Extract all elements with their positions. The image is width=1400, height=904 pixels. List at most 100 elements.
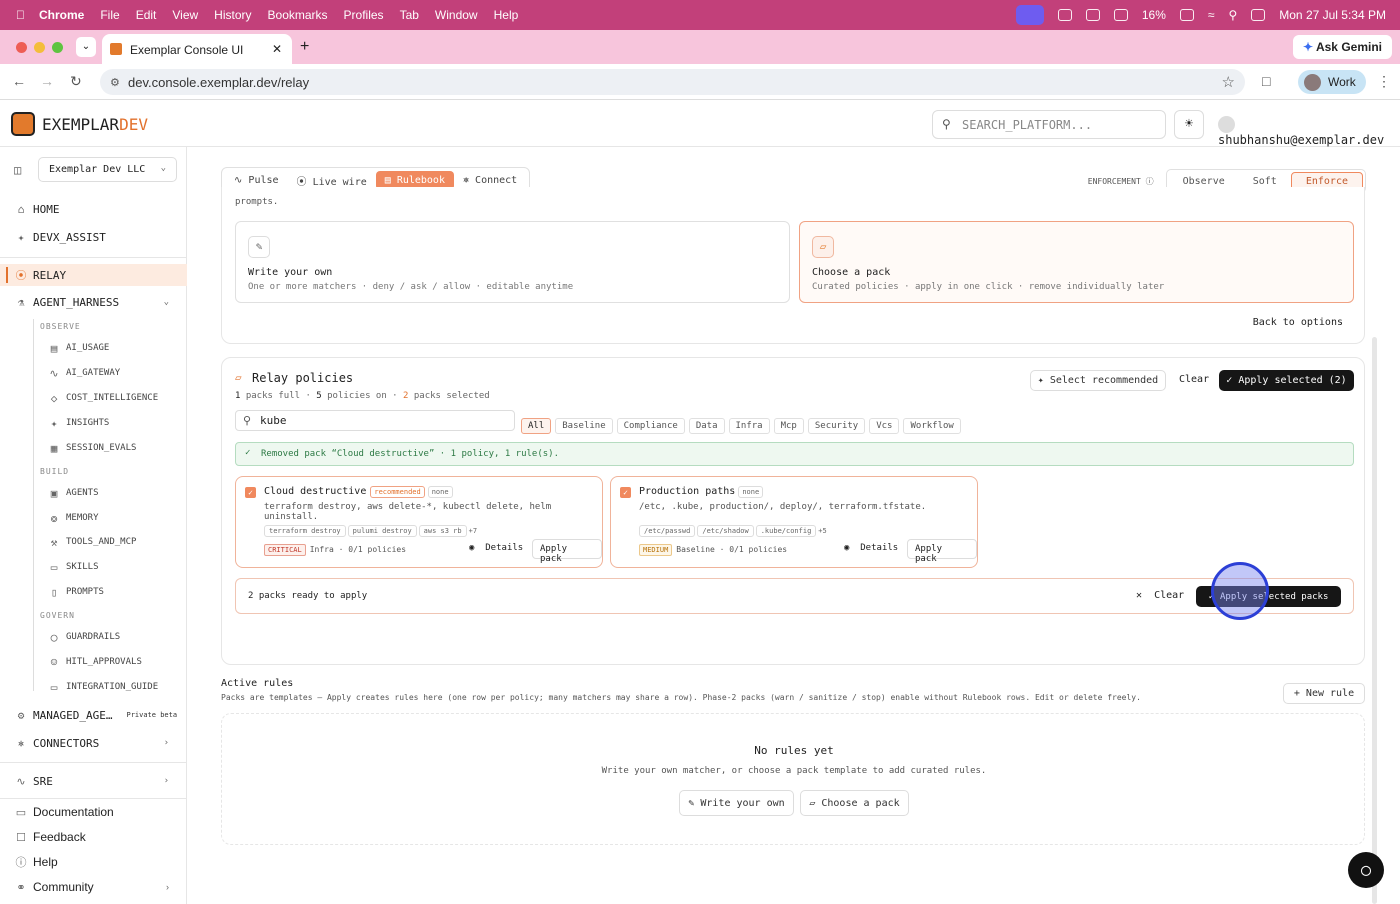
user-menu[interactable]: shubhanshu@exemplar.dev: [1218, 116, 1400, 147]
menu-profiles[interactable]: Profiles: [344, 8, 384, 22]
apply-selected-button[interactable]: ✓ Apply selected (2): [1219, 370, 1354, 391]
select-recommended-button[interactable]: ✦ Select recommended: [1030, 370, 1166, 391]
filter-vcs[interactable]: Vcs: [869, 418, 900, 434]
sidebar-item-ai-usage[interactable]: ▤ AI_USAGE: [0, 339, 187, 357]
screen-share-icon[interactable]: [1015, 5, 1044, 25]
sidebar-item-integration-guide[interactable]: ▭ INTEGRATION_GUIDE: [0, 678, 187, 696]
status-icon[interactable]: [1057, 9, 1072, 21]
org-select[interactable]: Exemplar Dev LLC ⌄: [38, 157, 177, 182]
sidebar-item-guardrails[interactable]: ◯ GUARDRAILS: [0, 628, 187, 646]
close-window-button[interactable]: [16, 42, 27, 53]
back-to-options-link[interactable]: Back to options: [1253, 317, 1343, 328]
menu-history[interactable]: History: [214, 8, 251, 22]
sidebar-item-connectors[interactable]: ⎈ CONNECTORS ›: [0, 732, 187, 754]
logo[interactable]: EXEMPLARDEV: [11, 112, 148, 136]
ask-gemini-button[interactable]: ✦ Ask Gemini: [1293, 35, 1392, 59]
pack-checkbox[interactable]: ✓: [620, 487, 631, 498]
clock[interactable]: Mon 27 Jul 5:34 PM: [1279, 8, 1386, 22]
sidebar-item-ai-gateway[interactable]: ∿ AI_GATEWAY: [0, 364, 187, 382]
sidebar-item-cost-intelligence[interactable]: ◇ COST_INTELLIGENCE: [0, 389, 187, 407]
sidebar-item-community[interactable]: ⚭ Community ›: [0, 876, 187, 898]
sidebar-toggle-icon[interactable]: ◫: [14, 163, 21, 177]
sidebar-item-hitl-approvals[interactable]: ☺ HITL_APPROVALS: [0, 653, 187, 671]
sidebar-item-feedback[interactable]: ☐ Feedback: [0, 826, 187, 848]
menu-file[interactable]: File: [100, 8, 119, 22]
extensions-icon[interactable]: □: [1262, 73, 1270, 89]
info-icon[interactable]: ⓘ: [1146, 177, 1154, 186]
browser-tab[interactable]: Exemplar Console UI ✕: [102, 34, 292, 64]
sidebar-item-tools-and-mcp[interactable]: ⚒ TOOLS_AND_MCP: [0, 533, 187, 551]
control-center-icon[interactable]: [1251, 9, 1266, 21]
menu-help[interactable]: Help: [494, 8, 519, 22]
group-govern[interactable]: GOVERN: [0, 608, 187, 622]
sidebar-item-agent-harness[interactable]: ⚗ AGENT_HARNESS ⌄: [0, 291, 187, 313]
sidebar-item-session-evals[interactable]: ▦ SESSION_EVALS: [0, 439, 187, 457]
sidebar-item-prompts[interactable]: ▯ PROMPTS: [0, 583, 187, 601]
filter-all[interactable]: All: [521, 418, 552, 434]
menu-edit[interactable]: Edit: [136, 8, 157, 22]
sidebar-item-sre[interactable]: ∿ SRE ›: [0, 770, 187, 792]
back-icon[interactable]: ←: [12, 73, 26, 89]
sidebar-item-home[interactable]: ⌂ HOME: [0, 198, 187, 220]
chat-bubble-icon[interactable]: ◯: [1348, 852, 1384, 888]
reload-icon[interactable]: ↻: [70, 73, 82, 90]
bookmark-star-icon[interactable]: ☆: [1222, 73, 1235, 91]
pack-card-cloud-destructive[interactable]: ✓ Cloud destructive recommended none terra…: [235, 476, 603, 568]
menu-app-name[interactable]: Chrome: [39, 8, 84, 22]
menu-bookmarks[interactable]: Bookmarks: [268, 8, 328, 22]
display-icon[interactable]: [1113, 9, 1128, 21]
filter-security[interactable]: Security: [807, 418, 866, 434]
empty-choose-a-pack-button[interactable]: ▱ Choose a pack: [800, 790, 909, 816]
profile-button[interactable]: Work: [1298, 70, 1366, 94]
sidebar-item-managed-agents[interactable]: ⚙ MANAGED_AGE… Private beta: [0, 704, 187, 726]
minimize-window-button[interactable]: [34, 42, 45, 53]
theme-toggle-sun-icon[interactable]: ☀: [1174, 110, 1204, 139]
cloud-icon[interactable]: [1085, 9, 1100, 21]
tab-search-chevron-icon[interactable]: ⌄: [76, 37, 96, 57]
filter-baseline[interactable]: Baseline: [555, 418, 613, 434]
bar-clear-button[interactable]: ✕ Clear: [1136, 590, 1184, 601]
zoom-window-button[interactable]: [52, 42, 63, 53]
empty-write-your-own-button[interactable]: ✎ Write your own: [679, 790, 794, 816]
new-tab-icon[interactable]: +: [300, 38, 309, 56]
filter-data[interactable]: Data: [688, 418, 725, 434]
sidebar-item-insights[interactable]: ✦ INSIGHTS: [0, 414, 187, 432]
menu-tab[interactable]: Tab: [400, 8, 419, 22]
sidebar-item-skills[interactable]: ▭ SKILLS: [0, 558, 187, 576]
apply-pack-button[interactable]: Apply pack: [907, 539, 977, 564]
apple-icon[interactable]: : [16, 8, 25, 22]
clear-button[interactable]: Clear: [1179, 374, 1209, 385]
details-button[interactable]: ◉ Details: [844, 543, 898, 553]
group-build[interactable]: BUILD: [0, 464, 187, 478]
new-rule-button[interactable]: + New rule: [1283, 683, 1365, 704]
wifi-icon[interactable]: ≈: [1208, 8, 1215, 22]
policy-search-input[interactable]: ⚲ kube: [235, 410, 515, 431]
scrollbar[interactable]: [1372, 337, 1377, 904]
menu-window[interactable]: Window: [435, 8, 478, 22]
filter-infra[interactable]: Infra: [728, 418, 770, 434]
forward-icon[interactable]: →: [40, 73, 54, 89]
browser-menu-icon[interactable]: ⋮: [1377, 73, 1391, 90]
choose-a-pack-card[interactable]: ▱ Choose a pack Curated policies · apply…: [799, 221, 1354, 303]
apply-pack-button[interactable]: Apply pack: [532, 539, 602, 564]
sidebar-item-documentation[interactable]: ▭ Documentation: [0, 801, 187, 823]
battery-icon[interactable]: [1179, 9, 1194, 21]
sidebar-item-help[interactable]: ⓘ Help: [0, 851, 187, 873]
filter-workflow[interactable]: Workflow: [903, 418, 961, 434]
filter-compliance[interactable]: Compliance: [616, 418, 685, 434]
filter-mcp[interactable]: Mcp: [773, 418, 804, 434]
site-settings-icon[interactable]: ⚙: [110, 76, 120, 89]
search-icon[interactable]: ⚲: [1228, 8, 1237, 22]
write-your-own-card[interactable]: ✎ Write your own One or more matchers · …: [235, 221, 790, 303]
pack-card-production-paths[interactable]: ✓ Production paths none /etc, .kube, prod…: [610, 476, 978, 568]
url-field[interactable]: ⚙ dev.console.exemplar.dev/relay ☆: [100, 69, 1245, 95]
platform-search-input[interactable]: ⚲ SEARCH_PLATFORM...: [932, 110, 1166, 139]
sidebar-item-devx-assist[interactable]: ✦ DEVX_ASSIST: [0, 226, 187, 248]
pack-checkbox[interactable]: ✓: [245, 487, 256, 498]
sidebar-item-agents[interactable]: ▣ AGENTS: [0, 484, 187, 502]
menu-view[interactable]: View: [172, 8, 198, 22]
group-observe[interactable]: OBSERVE: [0, 319, 187, 333]
sidebar-item-memory[interactable]: ❂ MEMORY: [0, 509, 187, 527]
close-tab-icon[interactable]: ✕: [272, 42, 282, 56]
sidebar-item-relay[interactable]: ⦿ RELAY: [0, 264, 187, 286]
